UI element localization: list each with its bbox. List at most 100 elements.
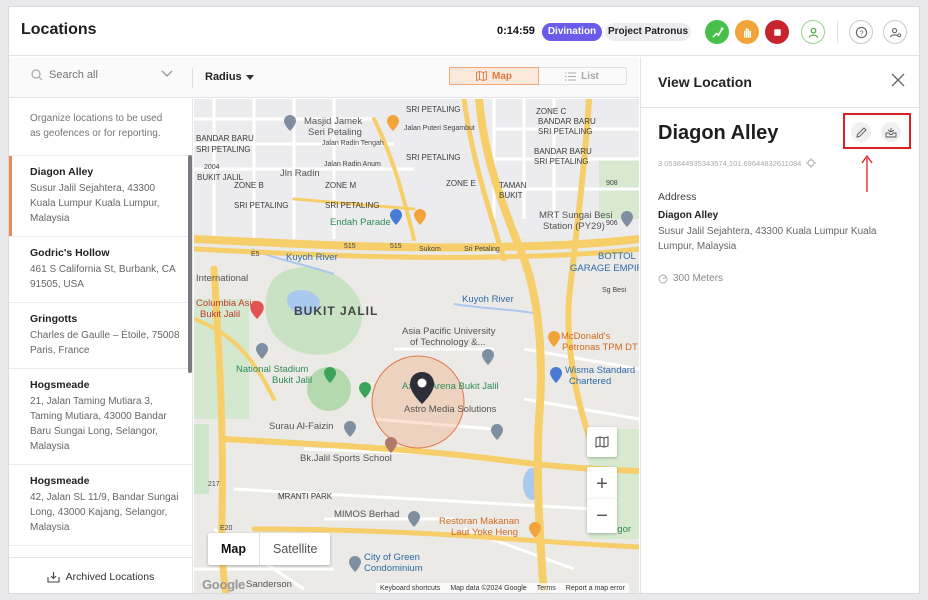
map-label: Jln Radin (280, 168, 320, 179)
search-input[interactable] (49, 69, 149, 81)
report-error-link[interactable]: Report a map error (566, 583, 625, 593)
map-layers-button[interactable] (587, 427, 617, 457)
map-icon (476, 71, 487, 81)
map-label: Kuyoh River (286, 252, 338, 263)
place-pin-icon[interactable] (256, 343, 268, 359)
badge-project[interactable]: Project Patronus (605, 23, 691, 41)
map-label: Bk.Jalil Sports School (300, 453, 392, 464)
transit-pin-icon[interactable] (621, 211, 633, 227)
map-label: 2004 (204, 164, 220, 171)
list-intro: Organize locations to be used as geofenc… (9, 99, 192, 156)
zoom-in-button[interactable]: + (587, 467, 617, 501)
stop-icon (773, 28, 781, 36)
terms-link[interactable]: Terms (537, 583, 556, 593)
map-label: 217 (208, 481, 220, 488)
map-type-satellite-button[interactable]: Satellite (260, 533, 330, 565)
office-pin-icon[interactable] (550, 367, 562, 383)
place-pin-icon[interactable] (284, 115, 296, 131)
help-icon: ? (855, 26, 867, 38)
map-label: E5 (251, 251, 260, 258)
map-label: BOTTOL (598, 251, 636, 262)
view-toggle: Map List (449, 67, 627, 85)
badge-divination[interactable]: Divination (542, 23, 602, 41)
zoom-out-button[interactable]: − (587, 499, 617, 533)
mosque-pin-icon[interactable] (344, 421, 356, 437)
list-scrollbar[interactable] (188, 155, 192, 373)
close-icon[interactable] (891, 73, 905, 87)
stop-button[interactable] (765, 20, 789, 44)
radius-info: 300 Meters (658, 273, 723, 284)
map-data-text: Map data ©2024 Google (450, 585, 527, 592)
map-view[interactable]: Bandar Baru Sri Petaling Masjid Jamek Se… (194, 99, 639, 593)
app-window: Locations 0:14:59 Divination Project Pat… (8, 6, 920, 594)
place-pin-icon[interactable] (385, 437, 397, 453)
map-label: McDonald's (561, 331, 611, 342)
office-pin-icon[interactable] (491, 424, 503, 440)
map-label: Sukom (419, 246, 441, 253)
map-label: 908 (606, 180, 618, 187)
map-label: International (196, 273, 249, 284)
route-icon (711, 26, 724, 38)
list-item[interactable]: Hogsmeade 42, Jalan SL 11/9, Bandar Sung… (9, 465, 192, 546)
map-label: Bandar Baru (534, 147, 592, 156)
shopping-pin-icon[interactable] (390, 209, 402, 225)
map-label: Sri Petaling (538, 127, 593, 136)
archive-button[interactable] (881, 122, 901, 142)
location-address: 42, Jalan SL 11/9, Bandar Sungai Long, 4… (30, 492, 179, 533)
tab-map[interactable]: Map (449, 67, 539, 85)
location-address: 461 S California St, Burbank, CA 91505, … (30, 264, 176, 290)
route-button[interactable] (705, 20, 729, 44)
tab-list-label: List (581, 70, 599, 82)
crosshair-icon[interactable] (806, 158, 817, 168)
list-item[interactable]: Hogsmeade 21, Jalan Taming Mutiara 3, Ta… (9, 369, 192, 465)
map-label: Wisma Standard (565, 365, 636, 376)
map-label: Petronas TPM DT (562, 342, 638, 353)
residence-pin-icon[interactable] (349, 556, 361, 572)
map-label: Taman (499, 181, 527, 190)
map-label: 515 (344, 243, 356, 250)
map-label: Sri Petaling (464, 246, 500, 253)
restaurant-pin-icon[interactable] (414, 209, 426, 225)
help-button[interactable]: ? (849, 20, 873, 44)
list-item[interactable]: Gringotts Charles de Gaulle – Étoile, 75… (9, 303, 192, 369)
stadium-pin-icon[interactable] (324, 367, 336, 383)
radius-dropdown[interactable]: Radius (205, 71, 254, 83)
list-item[interactable]: Diagon Alley Susur Jalil Sejahtera, 4330… (9, 156, 192, 237)
stadium-pin-icon[interactable] (359, 382, 371, 398)
school-pin-icon[interactable] (482, 349, 494, 365)
tab-list[interactable]: List (538, 68, 626, 84)
list-item[interactable]: Godric's Hollow 461 S California St, Bur… (9, 237, 192, 303)
svg-text:?: ? (859, 28, 863, 37)
restaurant-pin-icon[interactable] (387, 115, 399, 131)
archived-locations-button[interactable]: Archived Locations (9, 557, 193, 593)
profile-button[interactable] (801, 20, 825, 44)
location-address: Charles de Gaulle – Étoile, 75008 Paris,… (30, 330, 180, 356)
location-pin-icon[interactable] (409, 371, 435, 405)
map-label: Columbia Asia (196, 298, 257, 309)
map-label: Bandar Baru (196, 134, 254, 143)
map-label: Surau Al-Faizin (269, 421, 334, 432)
map-type-map-button[interactable]: Map (208, 533, 260, 565)
hospital-pin-icon[interactable] (250, 301, 264, 319)
map-label: Sri Petaling (196, 145, 251, 154)
account-settings-button[interactable] (883, 20, 907, 44)
location-name: Diagon Alley (30, 166, 94, 178)
user-icon (808, 27, 818, 38)
restaurant-pin-icon[interactable] (548, 331, 560, 347)
map-label: Zone E (446, 179, 476, 188)
map-label: Masjid Jamek (304, 116, 363, 127)
map-label: National Stadium (236, 364, 309, 375)
search-box[interactable] (31, 69, 149, 81)
restaurant-pin-icon[interactable] (529, 522, 541, 538)
map-label: E20 (220, 525, 233, 532)
office-pin-icon[interactable] (408, 511, 420, 527)
pencil-icon (855, 126, 867, 138)
location-name: Godric's Hollow (30, 247, 110, 259)
hand-button[interactable] (735, 20, 759, 44)
edit-button[interactable] (851, 122, 871, 142)
chevron-down-icon[interactable] (161, 70, 173, 78)
map-label: Jalan Radin Tengah (322, 140, 384, 147)
map-label: Sri Petaling (234, 201, 289, 210)
keyboard-shortcuts-link[interactable]: Keyboard shortcuts (380, 583, 440, 593)
map-label: Sg Besi (602, 287, 627, 294)
